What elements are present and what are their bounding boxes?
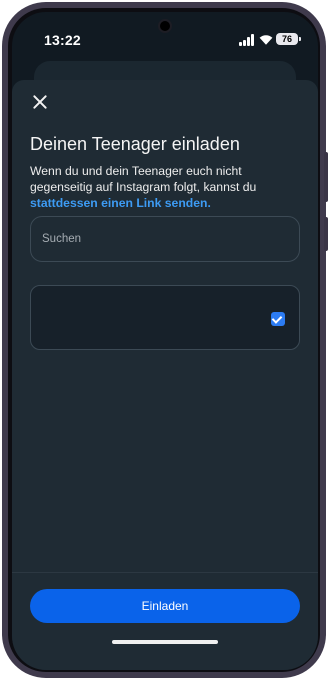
- contact-row[interactable]: [30, 285, 300, 350]
- status-time: 13:22: [44, 32, 81, 48]
- close-icon[interactable]: [32, 94, 48, 110]
- battery-level: 76: [281, 34, 292, 44]
- divider: [12, 572, 318, 573]
- invite-button[interactable]: Einladen: [30, 589, 300, 623]
- send-link-link[interactable]: stattdessen einen Link senden.: [30, 196, 211, 210]
- volume-button: [324, 152, 328, 202]
- contact-checkbox[interactable]: [271, 312, 285, 326]
- wifi-icon: [259, 35, 273, 45]
- search-input[interactable]: [31, 217, 299, 261]
- power-button: [324, 217, 328, 251]
- description-text: Wenn du und dein Teenager euch nicht geg…: [30, 164, 257, 194]
- signal-icon: [239, 34, 255, 46]
- status-bar: 13:22 76: [12, 12, 318, 58]
- description: Wenn du und dein Teenager euch nicht geg…: [30, 163, 294, 211]
- battery-icon: 76: [276, 33, 301, 45]
- front-camera: [158, 19, 172, 33]
- search-field[interactable]: [30, 216, 300, 262]
- page-title: Deinen Teenager einladen: [30, 134, 240, 154]
- screen: 13:22 76 Deinen Teenager einladen Wenn d…: [12, 12, 318, 670]
- home-indicator[interactable]: [112, 640, 218, 644]
